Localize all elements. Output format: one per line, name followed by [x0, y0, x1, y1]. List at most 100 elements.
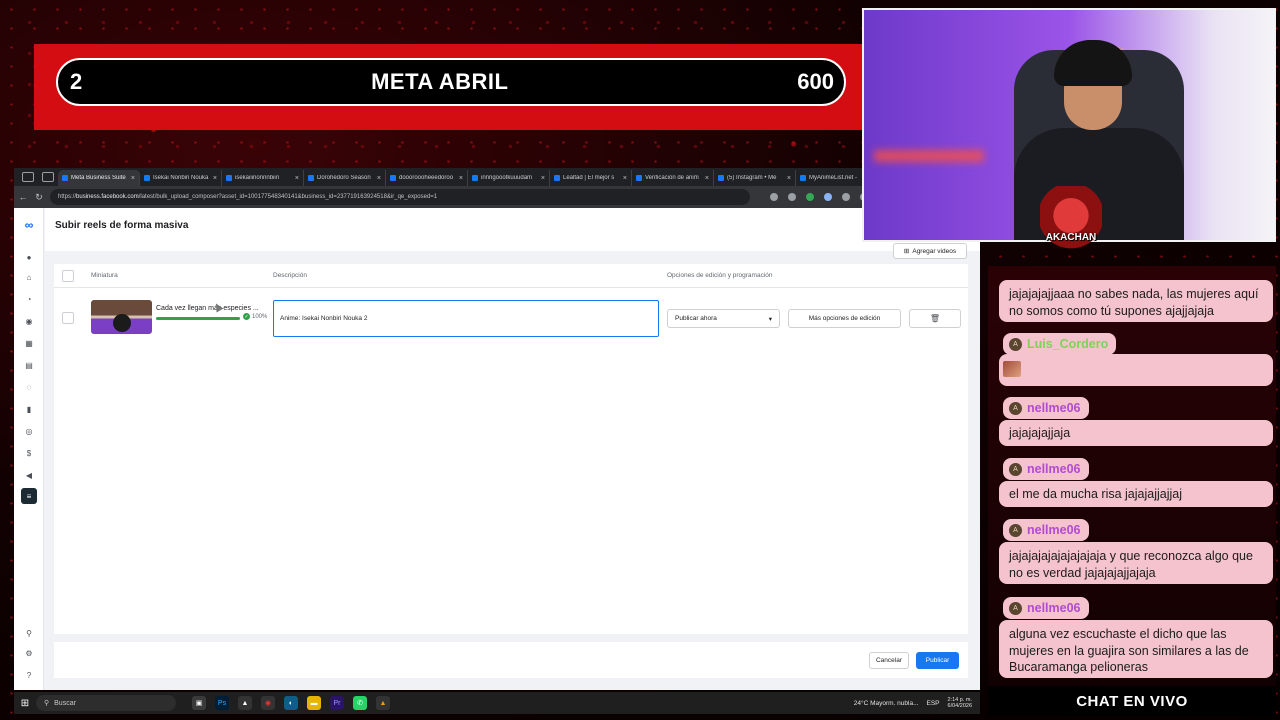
tab-strip: Meta Business Suite × Isekai Nonbiri Nouka…: [14, 168, 980, 186]
windows-start-icon[interactable]: ⊞: [14, 692, 36, 714]
browser-tab[interactable]: Meta Business Suite ×: [58, 170, 140, 186]
more-edit-options-button[interactable]: Más opciones de edición: [788, 309, 901, 328]
browser-tab[interactable]: Dorohedoro Season ×: [304, 170, 386, 186]
task-view-icon[interactable]: ▣: [192, 696, 206, 710]
url-field[interactable]: https://business.facebook.com/latest/bul…: [50, 189, 750, 205]
goal-bar: 2 META ABRIL 600: [56, 58, 846, 106]
chat-message-text: jajajajajjaaa no sabes nada, las mujeres…: [1009, 287, 1259, 318]
column-options: Opciones de edición y programación: [667, 272, 773, 279]
user-badge-icon: A: [1009, 462, 1022, 476]
tab-close-icon[interactable]: ×: [213, 175, 217, 182]
add-videos-button[interactable]: ⊞ Agregar videos: [893, 243, 967, 259]
browser-tab[interactable]: (5) Instagram • Me ×: [714, 170, 796, 186]
tab-groups-icon[interactable]: [42, 172, 54, 182]
chat-message-text: jajajajajjaja: [1009, 426, 1071, 440]
help-icon[interactable]: ?: [24, 670, 34, 680]
tab-close-icon[interactable]: ×: [377, 175, 381, 182]
chat-username: nellme06: [1027, 523, 1081, 537]
goal-title: META ABRIL: [371, 69, 509, 94]
publish-timing-select[interactable]: Publicar ahora ▾: [667, 309, 780, 328]
taskbar-apps: ▣ Ps ▲ ◉ ◐ ▬ Pr ✆ ▲: [192, 696, 390, 710]
publish-timing-value: Publicar ahora: [675, 315, 717, 322]
chat-message: jajajajajajajajajaja y que reconozca alg…: [999, 542, 1273, 584]
tab-label: innngoootkuuudam: [481, 175, 533, 181]
add-videos-label: Agregar videos: [912, 247, 957, 255]
add-video-icon: ⊞: [903, 248, 910, 255]
publish-button[interactable]: Publicar: [916, 652, 959, 669]
extension-green-icon[interactable]: [806, 193, 814, 201]
browser-tab[interactable]: Isekai Nonbiri Nouka ×: [140, 170, 222, 186]
insights-icon[interactable]: ▮: [24, 404, 34, 414]
extensions-puzzle-icon[interactable]: [842, 193, 850, 201]
notifications-icon[interactable]: ◔: [24, 294, 34, 304]
chat-username-chip: A Luis_Cordero: [1003, 333, 1117, 355]
planner-icon[interactable]: ◌: [24, 382, 34, 392]
tab-close-icon[interactable]: ×: [787, 175, 791, 182]
photoshop-icon[interactable]: Ps: [215, 696, 229, 710]
tab-label: Dorohedoro Season: [317, 175, 371, 181]
meta-logo-icon[interactable]: ∞: [21, 218, 37, 232]
tab-label: Isekai Nonbiri Nouka: [153, 175, 209, 181]
tab-close-icon[interactable]: ×: [541, 175, 545, 182]
video-thumbnail[interactable]: [91, 300, 152, 334]
inbox-icon[interactable]: ▤: [24, 360, 34, 370]
app-icon[interactable]: ▲: [238, 696, 252, 710]
content-icon[interactable]: ▦: [24, 338, 34, 348]
extension-blue-icon[interactable]: [824, 193, 832, 201]
home-icon[interactable]: ⌂: [24, 272, 34, 282]
tab-close-icon[interactable]: ×: [459, 175, 463, 182]
settings-icon[interactable]: ⚙: [24, 648, 34, 658]
vlc-icon[interactable]: ▲: [376, 696, 390, 710]
tab-label: (5) Instagram • Me: [727, 175, 777, 181]
cancel-button[interactable]: Cancelar: [869, 652, 909, 669]
chat-username: nellme06: [1027, 601, 1081, 615]
ads-icon[interactable]: ◎: [24, 426, 34, 436]
chat-username: Luis_Cordero: [1027, 337, 1109, 351]
browser-window: Meta Business Suite × Isekai Nonbiri Nouka…: [14, 168, 980, 690]
tab-close-icon[interactable]: ×: [623, 175, 627, 182]
trash-icon: 🗑: [929, 314, 941, 323]
premiere-icon[interactable]: Pr: [330, 696, 344, 710]
taskbar-search[interactable]: ⚲ Buscar: [36, 695, 176, 711]
bookmark-icon[interactable]: [770, 193, 778, 201]
extension-icon[interactable]: [788, 193, 796, 201]
video-title: Cada vez llegan más especies ...: [156, 305, 259, 312]
table-header: Miniatura Descripción Opciones de edició…: [54, 264, 968, 288]
upload-progress-bar: [156, 317, 240, 320]
left-nav: ∞ ● ⌂ ◔ ◉ ▦ ▤ ◌ ▮ ◎ $ ◀ ≡ ⚲ ⚙ ?: [14, 208, 44, 690]
tab-close-icon[interactable]: ×: [705, 175, 709, 182]
all-tools-icon[interactable]: ≡: [21, 488, 37, 504]
back-icon[interactable]: ←: [18, 192, 28, 202]
chat-emote-image: [1003, 361, 1021, 377]
row-checkbox[interactable]: [62, 312, 74, 324]
browser-tab[interactable]: doooroooheeedoroo ×: [386, 170, 468, 186]
browser-tab[interactable]: Lealtad | El mejor s ×: [550, 170, 632, 186]
chat-username-chip: A nellme06: [1003, 397, 1089, 419]
check-circle-icon: ✓: [243, 313, 250, 320]
browser-tab[interactable]: isekaiiinonnnbiiri ×: [222, 170, 304, 186]
select-all-checkbox[interactable]: [62, 270, 74, 282]
edge-icon[interactable]: ◐: [284, 696, 298, 710]
account-avatar-icon[interactable]: ●: [24, 252, 34, 262]
tab-close-icon[interactable]: ×: [295, 175, 299, 182]
megaphone-icon[interactable]: ◀: [24, 470, 34, 480]
search-icon[interactable]: ⚲: [24, 628, 34, 638]
delete-button[interactable]: 🗑: [909, 309, 961, 328]
chat-message-text: el me da mucha risa jajajajjajjaj: [1009, 487, 1182, 501]
browser-tab[interactable]: Verificación de anim ×: [632, 170, 714, 186]
tab-close-icon[interactable]: ×: [131, 175, 135, 182]
reload-icon[interactable]: ↻: [34, 192, 44, 203]
profile-icon[interactable]: ◉: [24, 316, 34, 326]
file-explorer-icon[interactable]: ▬: [307, 696, 321, 710]
description-input[interactable]: [273, 300, 659, 337]
whatsapp-icon[interactable]: ✆: [353, 696, 367, 710]
weather-status[interactable]: 24°C Mayorm. nubla...: [854, 700, 919, 707]
clock[interactable]: 2:14 p. m. 6/04/2026: [948, 697, 972, 709]
language-indicator[interactable]: ESP: [927, 700, 940, 707]
obs-icon[interactable]: ◉: [261, 696, 275, 710]
monetization-icon[interactable]: $: [24, 448, 34, 458]
tab-actions-icon[interactable]: [22, 172, 34, 182]
browser-tab[interactable]: innngoootkuuudam ×: [468, 170, 550, 186]
chat-message: jajajajajjaja: [999, 420, 1273, 446]
windows-taskbar: ⊞ ⚲ Buscar ▣ Ps ▲ ◉ ◐ ▬ Pr ✆ ▲ 24°C Mayo…: [14, 692, 980, 714]
